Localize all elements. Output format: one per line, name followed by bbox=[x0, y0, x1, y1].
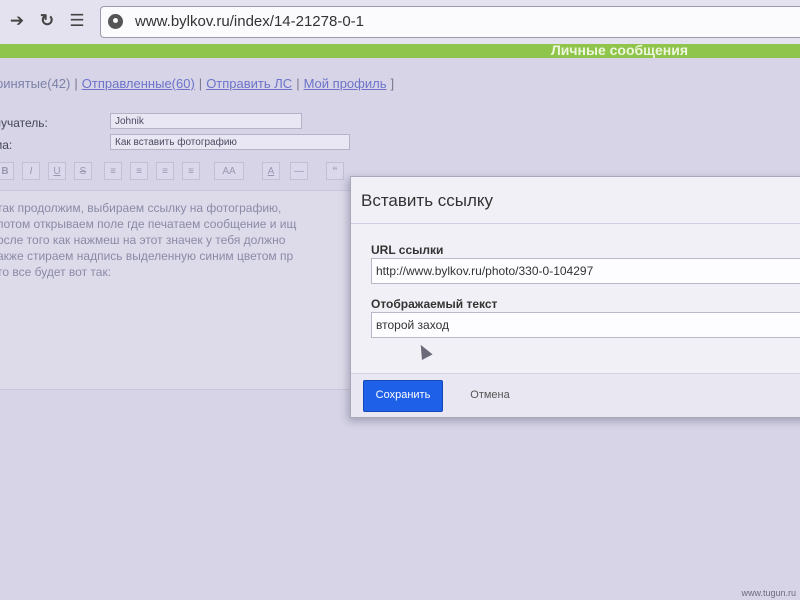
bold-button[interactable]: B bbox=[0, 162, 14, 180]
address-bar[interactable]: www.bylkov.ru/index/14-21278-0-1 bbox=[100, 6, 800, 38]
insert-link-dialog: Вставить ссылку URL ссылки http://www.by… bbox=[350, 176, 800, 418]
quote-button[interactable]: “ bbox=[326, 162, 344, 180]
nav-my-profile[interactable]: Мой профиль bbox=[304, 76, 387, 91]
url-input-value: http://www.bylkov.ru/photo/330-0-104297 bbox=[376, 264, 594, 278]
display-text-label: Отображаемый текст bbox=[371, 297, 498, 311]
nav-received[interactable]: ринятые(42) bbox=[0, 76, 70, 91]
strikethrough-button[interactable]: S bbox=[74, 162, 92, 180]
url-input[interactable]: http://www.bylkov.ru/photo/330-0-104297 bbox=[371, 258, 800, 284]
recipient-value: Johnik bbox=[115, 116, 144, 127]
page-title: Личные сообщения bbox=[550, 42, 688, 58]
align-justify-icon[interactable]: ≡ bbox=[182, 162, 200, 180]
editor-line: то все будет вот так: bbox=[0, 265, 112, 279]
apps-icon[interactable]: ☰ bbox=[66, 10, 88, 32]
watermark: www.tugun.ru bbox=[741, 588, 796, 598]
nav-send-message[interactable]: Отправить ЛС bbox=[206, 76, 292, 91]
dialog-footer: Сохранить Отмена bbox=[351, 374, 800, 417]
recipient-field[interactable]: Johnik bbox=[110, 113, 302, 129]
save-button[interactable]: Сохранить bbox=[363, 380, 443, 412]
forward-icon[interactable]: ➔ bbox=[6, 10, 28, 32]
editor-line: акже стираем надпись выделенную синим цв… bbox=[0, 249, 294, 263]
nav-sent[interactable]: Отправленные(60) bbox=[82, 76, 195, 91]
align-left-icon[interactable]: ≡ bbox=[104, 162, 122, 180]
editor-line: так продолжим, выбираем ссылку на фотогр… bbox=[0, 201, 282, 215]
site-info-icon[interactable] bbox=[108, 14, 123, 29]
messages-nav: ринятые(42) | Отправленные(60) | Отправить Л… bbox=[0, 76, 398, 91]
url-text: www.bylkov.ru/index/14-21278-0-1 bbox=[135, 13, 365, 30]
display-text-value: второй заход bbox=[376, 318, 449, 332]
header-bar: Личные сообщения bbox=[0, 42, 800, 58]
subject-value: Как вставить фотографию bbox=[115, 137, 237, 148]
font-size-button[interactable]: AA bbox=[214, 162, 244, 180]
browser-toolbar: ➔ ↻ ☰ www.bylkov.ru/index/14-21278-0-1 bbox=[0, 0, 800, 45]
italic-button[interactable]: I bbox=[22, 162, 40, 180]
dialog-title: Вставить ссылку bbox=[361, 191, 494, 210]
editor-line: потом открываем поле где печатаем сообще… bbox=[0, 217, 297, 231]
reload-icon[interactable]: ↻ bbox=[36, 10, 58, 32]
display-text-input[interactable]: второй заход bbox=[371, 312, 800, 338]
recipient-label: лучатель: bbox=[0, 116, 48, 130]
url-label: URL ссылки bbox=[371, 243, 444, 257]
align-center-icon[interactable]: ≡ bbox=[130, 162, 148, 180]
dialog-divider bbox=[351, 223, 800, 224]
align-right-icon[interactable]: ≡ bbox=[156, 162, 174, 180]
underline-button[interactable]: U bbox=[48, 162, 66, 180]
subject-label: ма: bbox=[0, 138, 13, 152]
cancel-button[interactable]: Отмена bbox=[465, 380, 515, 410]
horizontal-rule-icon[interactable]: — bbox=[290, 162, 308, 180]
subject-field[interactable]: Как вставить фотографию bbox=[110, 134, 350, 150]
text-color-button[interactable]: A bbox=[262, 162, 280, 180]
editor-line: осле того как нажмеш на этот значек у те… bbox=[0, 233, 286, 247]
